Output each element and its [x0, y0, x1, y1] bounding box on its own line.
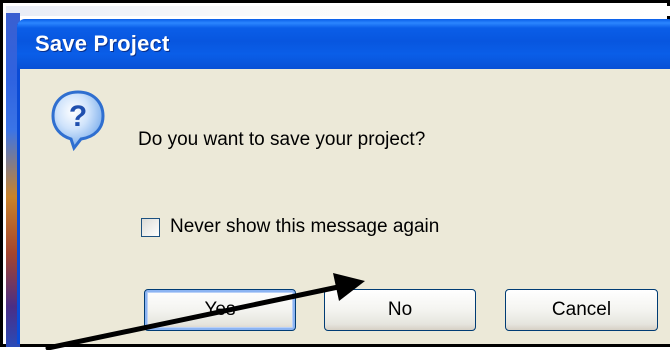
save-project-dialog: Save Project ? Do you want to save your …	[17, 19, 670, 344]
screenshot-frame: Save Project ? Do you want to save your …	[0, 0, 670, 350]
dialog-message: Do you want to save your project?	[138, 129, 426, 150]
never-show-checkbox-row[interactable]: Never show this message again	[141, 214, 439, 240]
cancel-button[interactable]: Cancel	[505, 289, 658, 331]
title-bar[interactable]: Save Project	[17, 19, 670, 69]
svg-text:?: ?	[69, 100, 87, 133]
dialog-body: ? Do you want to save your project? Neve…	[20, 69, 670, 344]
never-show-checkbox[interactable]	[141, 217, 160, 237]
yes-button[interactable]: Yes	[144, 289, 296, 331]
no-button[interactable]: No	[324, 289, 476, 331]
dialog-title: Save Project	[35, 31, 170, 56]
never-show-label[interactable]: Never show this message again	[170, 216, 439, 238]
desktop-background-top	[6, 6, 670, 16]
question-icon: ?	[50, 89, 106, 152]
